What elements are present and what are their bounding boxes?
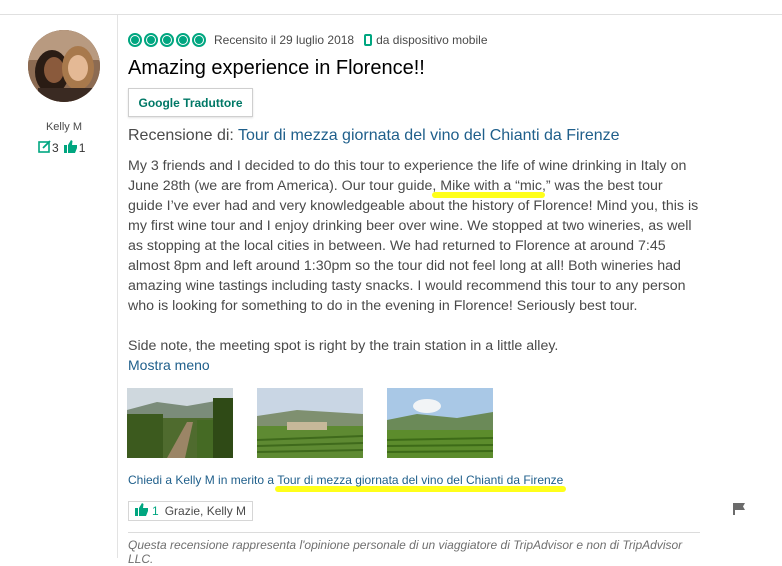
review-title[interactable]: Amazing experience in Florence!! [128,57,425,80]
reviewer-name[interactable]: Kelly M [20,121,108,133]
review-disclaimer: Questa recensione rappresenta l'opinione… [128,538,683,566]
review-photo[interactable] [127,388,233,458]
thumbs-up-icon [63,140,78,156]
footer-divider [128,532,700,533]
rating-bubble-icon [128,33,142,47]
flag-icon[interactable] [733,502,746,520]
show-less-link[interactable]: Mostra meno [128,357,210,373]
review-of-link[interactable]: Tour di mezza giornata del vino del Chia… [238,127,620,144]
mobile-device-icon [364,34,373,46]
google-translate-button[interactable]: Google Traduttore [128,88,253,117]
rating-bubble-icon [144,33,158,47]
reviews-count: 3 [52,141,59,155]
review-paragraph: Side note, the meeting spot is right by … [128,338,559,354]
thanks-label: Grazie, Kelly M [164,504,247,518]
rating-bubbles [128,33,206,47]
review-of: Recensione di: Tour di mezza giornata de… [128,127,620,145]
review-photo[interactable] [387,388,493,458]
reviewer-stats: 3 1 [38,140,90,156]
review-date: Recensito il 29 luglio 2018 [214,33,355,47]
thumbs-up-icon [135,503,149,519]
ask-reviewer-prefix[interactable]: Chiedi a Kelly M in merito a [128,473,274,487]
ask-reviewer: Chiedi a Kelly M in merito a Tour di mez… [128,473,563,487]
review-body: My 3 friends and I decided to do this to… [128,156,700,356]
rating-bubble-icon [176,33,190,47]
helpful-votes-count: 1 [78,141,86,155]
rating-row: Recensito il 29 luglio 2018 da dispositi… [128,32,488,48]
review-count-icon [38,140,51,156]
thanks-count: 1 [152,504,159,518]
rating-bubble-icon [192,33,206,47]
review-photo[interactable] [257,388,363,458]
avatar[interactable] [28,30,100,102]
ask-reviewer-link[interactable]: Tour di mezza giornata del vino del Chia… [277,473,563,487]
review-of-label: Recensione di: [128,127,234,144]
rating-bubble-icon [160,33,174,47]
column-divider [117,15,118,558]
thanks-button[interactable]: 1 Grazie, Kelly M [128,501,254,521]
review-paragraph: My 3 friends and I decided to do this to… [128,158,699,314]
device-label: da dispositivo mobile [376,33,488,47]
